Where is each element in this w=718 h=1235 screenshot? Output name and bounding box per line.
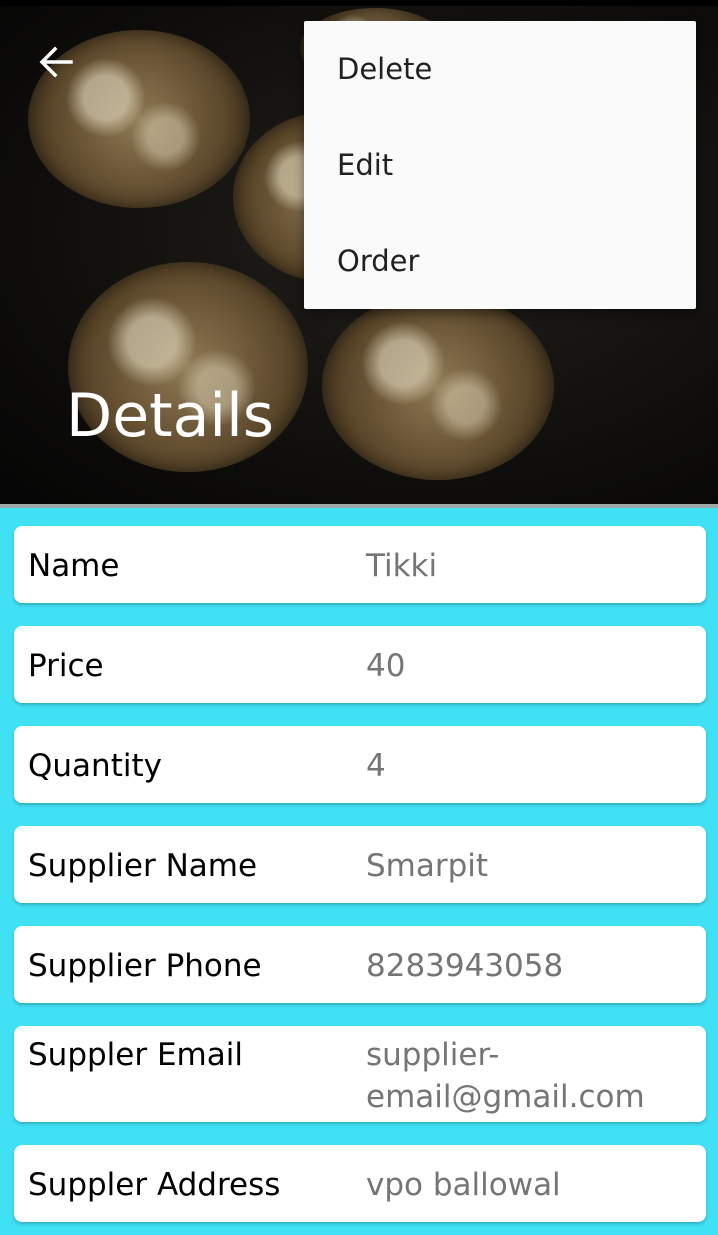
detail-card-name: Name Tikki <box>14 526 706 603</box>
detail-value: 8283943058 <box>366 948 564 984</box>
detail-card-supplier-email: Suppler Email supplier- email@gmail.com <box>14 1026 706 1122</box>
detail-value: Tikki <box>366 548 438 584</box>
detail-value: 40 <box>366 648 406 684</box>
header-divider <box>0 504 718 508</box>
detail-value: vpo ballowal <box>366 1167 561 1203</box>
menu-item-order[interactable]: Order <box>304 213 696 309</box>
menu-item-edit[interactable]: Edit <box>304 117 696 213</box>
detail-card-price: Price 40 <box>14 626 706 703</box>
detail-label: Quantity <box>28 748 162 784</box>
detail-label: Price <box>28 648 104 684</box>
overflow-menu: Delete Edit Order <box>304 21 696 309</box>
detail-label: Suppler Address <box>28 1167 281 1203</box>
detail-card-quantity: Quantity 4 <box>14 726 706 803</box>
tikki-image-4 <box>322 292 554 480</box>
detail-value: 4 <box>366 748 386 784</box>
page-title: Details <box>66 381 275 451</box>
detail-card-supplier-address: Suppler Address vpo ballowal <box>14 1145 706 1222</box>
arrow-back-icon <box>39 46 73 78</box>
detail-value: supplier- email@gmail.com <box>366 1037 645 1115</box>
detail-card-supplier-name: Supplier Name Smarpit <box>14 826 706 903</box>
menu-item-delete[interactable]: Delete <box>304 21 696 117</box>
back-button[interactable] <box>28 36 84 88</box>
detail-label: Supplier Name <box>28 848 258 884</box>
detail-card-supplier-phone: Supplier Phone 8283943058 <box>14 926 706 1003</box>
detail-label: Supplier Phone <box>28 948 262 984</box>
detail-value: Smarpit <box>366 848 489 884</box>
status-bar-strip <box>0 0 718 6</box>
detail-label: Suppler Email <box>28 1037 243 1073</box>
detail-label: Name <box>28 548 120 584</box>
